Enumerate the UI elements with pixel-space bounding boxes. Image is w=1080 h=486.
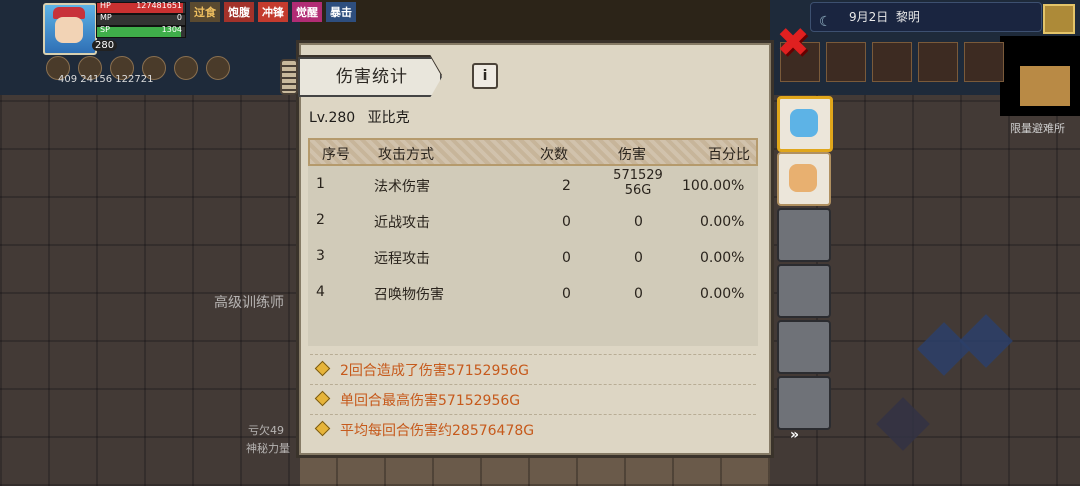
damage-value: 0 bbox=[634, 250, 643, 266]
diamond-bullet-icon bbox=[314, 390, 331, 407]
hero-slot-empty[interactable] bbox=[777, 264, 831, 318]
minimap[interactable] bbox=[1000, 36, 1080, 116]
resource-icon bbox=[206, 56, 230, 80]
hp-value: 127481651 bbox=[136, 1, 182, 10]
hero-slot-2[interactable] bbox=[777, 152, 831, 206]
hero-portrait bbox=[789, 164, 817, 192]
hero-slot-empty[interactable] bbox=[777, 376, 831, 430]
status-tag[interactable]: 暴击 bbox=[326, 2, 356, 22]
status-tags: 过食 饱腹 冲锋 觉醒 暴击 bbox=[190, 2, 356, 22]
attack-type: 近战攻击 bbox=[374, 215, 430, 231]
close-icon[interactable]: ✖ bbox=[776, 23, 810, 63]
hit-count: 0 bbox=[562, 214, 571, 230]
player-level-badge: 280 bbox=[92, 40, 118, 51]
row-index: 3 bbox=[316, 248, 325, 264]
damage-percent: 100.00% bbox=[682, 178, 745, 194]
diamond-bullet-icon bbox=[314, 420, 331, 437]
hit-count: 2 bbox=[562, 178, 571, 194]
map-icon[interactable] bbox=[1043, 4, 1075, 34]
menu-icon[interactable] bbox=[826, 42, 866, 82]
player-avatar[interactable] bbox=[43, 3, 97, 55]
background-text: 亏欠49 bbox=[248, 424, 284, 437]
attack-type: 召唤物伤害 bbox=[374, 287, 444, 303]
menu-icon[interactable] bbox=[964, 42, 1004, 82]
attack-type: 法术伤害 bbox=[374, 179, 430, 195]
sp-bar: SP 1304 bbox=[96, 25, 186, 38]
column-header: 伤害 bbox=[618, 147, 646, 163]
player-info: Lv.280 亚比克 bbox=[309, 107, 410, 127]
status-tag[interactable]: 过食 bbox=[190, 2, 220, 22]
area-label: 限量避难所 bbox=[1010, 122, 1065, 135]
divider bbox=[310, 354, 756, 355]
hero-slot-empty[interactable] bbox=[777, 320, 831, 374]
divider bbox=[310, 414, 756, 415]
moon-icon: ☾ bbox=[819, 14, 832, 30]
hit-count: 0 bbox=[562, 250, 571, 266]
menu-icon[interactable] bbox=[872, 42, 912, 82]
divider bbox=[310, 384, 756, 385]
damage-percent: 0.00% bbox=[700, 214, 745, 230]
time-of-day-text: 黎明 bbox=[895, 10, 920, 24]
column-header: 序号 bbox=[322, 147, 350, 163]
damage-value: 0 bbox=[634, 214, 643, 230]
sp-label: SP bbox=[100, 25, 110, 34]
damage-value: 571529 56G bbox=[613, 168, 663, 198]
attack-type: 远程攻击 bbox=[374, 251, 430, 267]
resource-icon bbox=[174, 56, 198, 80]
shop-icon[interactable] bbox=[918, 42, 958, 82]
top-hud-center bbox=[300, 0, 770, 45]
hero-slot-empty[interactable] bbox=[777, 208, 831, 262]
minimap-room bbox=[1020, 66, 1070, 106]
damage-percent: 0.00% bbox=[700, 250, 745, 266]
summary-line: 2回合造成了伤害57152956G bbox=[302, 357, 766, 383]
summary-text: 2回合造成了伤害57152956G bbox=[340, 363, 530, 379]
player-name: 亚比克 bbox=[367, 110, 410, 126]
column-header: 攻击方式 bbox=[378, 147, 434, 163]
column-header: 百分比 bbox=[708, 147, 750, 163]
hit-count: 0 bbox=[562, 286, 571, 302]
hero-slot-1[interactable] bbox=[777, 96, 833, 152]
summary-line: 单回合最高伤害57152956G bbox=[302, 387, 766, 413]
date-time-display: ☾ 9月2日 黎明 bbox=[810, 2, 1042, 32]
notebook-spiral-icon bbox=[280, 59, 298, 95]
sp-value: 1304 bbox=[161, 25, 182, 34]
row-index: 2 bbox=[316, 212, 325, 228]
table-row: 4 召唤物伤害 0 0 0.00% bbox=[308, 276, 758, 312]
dialog-title: 伤害统计 bbox=[336, 67, 408, 87]
table-row: 2 近战攻击 0 0 0.00% bbox=[308, 204, 758, 240]
damage-percent: 0.00% bbox=[700, 286, 745, 302]
row-index: 1 bbox=[316, 176, 325, 192]
table-row: 1 法术伤害 2 571529 56G 100.00% bbox=[308, 168, 758, 204]
row-index: 4 bbox=[316, 284, 325, 300]
damage-value: 0 bbox=[634, 286, 643, 302]
info-icon[interactable]: i bbox=[472, 63, 498, 89]
more-arrow-icon[interactable]: » bbox=[790, 427, 799, 443]
hp-label: HP bbox=[100, 1, 111, 10]
mp-label: MP bbox=[100, 13, 112, 22]
status-tag[interactable]: 觉醒 bbox=[292, 2, 322, 22]
status-tag[interactable]: 饱腹 bbox=[224, 2, 254, 22]
menu-icons bbox=[780, 42, 1004, 82]
diamond-bullet-icon bbox=[314, 360, 331, 377]
column-header: 次数 bbox=[540, 147, 568, 163]
damage-table: 序号 攻击方式 次数 伤害 百分比 1 法术伤害 2 571529 56G 10… bbox=[308, 138, 758, 346]
summary-text: 单回合最高伤害57152956G bbox=[340, 393, 521, 409]
background-text: 神秘力量 bbox=[246, 442, 290, 455]
avatar-face bbox=[55, 17, 83, 43]
summary-text: 平均每回合伤害约28576478G bbox=[340, 423, 535, 439]
table-row: 3 远程攻击 0 0 0.00% bbox=[308, 240, 758, 276]
background-text: 高级训练师 bbox=[214, 295, 284, 311]
resource-values: 409 24156 122721 bbox=[58, 74, 154, 85]
date-text: 9月2日 bbox=[849, 10, 889, 24]
status-tag[interactable]: 冲锋 bbox=[258, 2, 288, 22]
mp-value: 0 bbox=[176, 13, 182, 22]
table-header: 序号 攻击方式 次数 伤害 百分比 bbox=[308, 138, 758, 166]
player-level: Lv.280 bbox=[309, 110, 356, 126]
summary-line: 平均每回合伤害约28576478G bbox=[302, 417, 766, 443]
hero-portrait bbox=[790, 109, 818, 137]
